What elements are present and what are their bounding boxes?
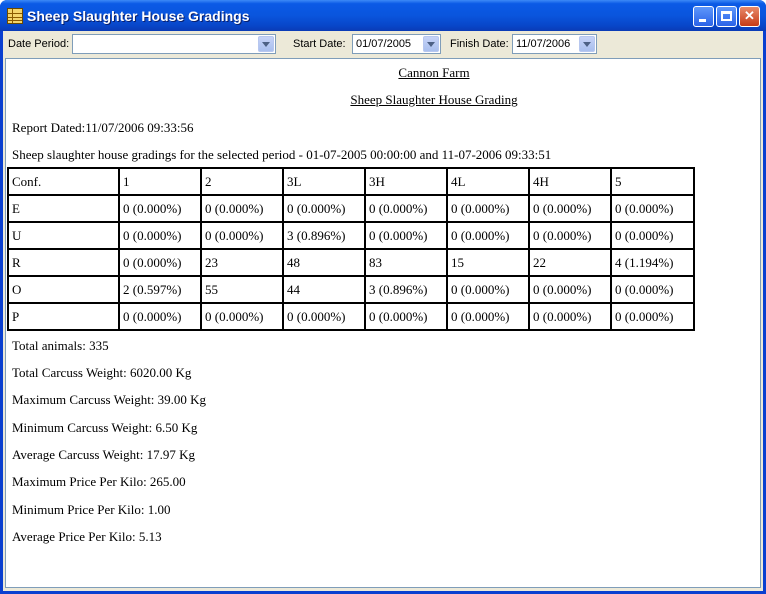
period-description: Sheep slaughter house gradings for the s… (12, 147, 552, 162)
table-cell: 0 (0.000%) (118, 221, 202, 250)
start-date-picker[interactable]: 01/07/2005 (352, 34, 441, 54)
header-cell: Conf. (7, 167, 120, 196)
max-price-per-kilo: Maximum Price Per Kilo: 265.00 (12, 474, 186, 489)
table-cell: 0 (0.000%) (610, 194, 695, 223)
chevron-down-icon[interactable] (423, 36, 439, 52)
table-cell: 23 (200, 248, 284, 277)
report-view[interactable]: Cannon Farm Sheep Slaughter House Gradin… (5, 58, 761, 588)
report-grid-icon (7, 8, 23, 24)
header-cell: 3L (282, 167, 366, 196)
table-cell: 0 (0.000%) (118, 302, 202, 331)
header-cell: 4L (446, 167, 530, 196)
table-cell: 3 (0.896%) (282, 221, 366, 250)
table-cell: 48 (282, 248, 366, 277)
table-cell: 83 (364, 248, 448, 277)
table-header-row: Conf. 1 2 3L 3H 4L 4H 5 (7, 167, 695, 196)
table-row: P 0 (0.000%) 0 (0.000%) 0 (0.000%) 0 (0.… (7, 302, 695, 331)
chevron-down-icon[interactable] (579, 36, 595, 52)
table-cell: 0 (0.000%) (610, 221, 695, 250)
header-cell: 4H (528, 167, 612, 196)
filter-toolbar: Date Period: Start Date: 01/07/2005 Fini… (3, 31, 763, 57)
table-cell: 22 (528, 248, 612, 277)
finish-date-value: 11/07/2006 (516, 38, 571, 50)
minimize-icon (699, 19, 706, 22)
report-dated: Report Dated:11/07/2006 09:33:56 (12, 120, 194, 135)
table-cell: 0 (0.000%) (446, 302, 530, 331)
header-cell: 5 (610, 167, 695, 196)
table-cell: E (7, 194, 120, 223)
close-button[interactable]: ✕ (739, 6, 760, 27)
table-row: E 0 (0.000%) 0 (0.000%) 0 (0.000%) 0 (0.… (7, 194, 695, 223)
min-carcass-weight: Minimum Carcuss Weight: 6.50 Kg (12, 420, 198, 435)
table-cell: 0 (0.000%) (528, 221, 612, 250)
table-cell: 44 (282, 275, 366, 304)
table-cell: 0 (0.000%) (364, 221, 448, 250)
table-cell: 0 (0.000%) (200, 302, 284, 331)
table-row: U 0 (0.000%) 0 (0.000%) 3 (0.896%) 0 (0.… (7, 221, 695, 250)
total-carcass-weight: Total Carcuss Weight: 6020.00 Kg (12, 365, 192, 380)
table-cell: 0 (0.000%) (528, 302, 612, 331)
table-cell: 0 (0.000%) (610, 275, 695, 304)
table-cell: 3 (0.896%) (364, 275, 448, 304)
header-cell: 2 (200, 167, 284, 196)
start-date-label: Start Date: (293, 38, 346, 50)
total-animals: Total animals: 335 (12, 338, 109, 353)
table-cell: 0 (0.000%) (528, 275, 612, 304)
min-price-per-kilo: Minimum Price Per Kilo: 1.00 (12, 502, 171, 517)
window-title: Sheep Slaughter House Gradings (27, 8, 250, 24)
close-icon: ✕ (744, 8, 755, 23)
app-window: Sheep Slaughter House Gradings ✕ Date Pe… (0, 0, 766, 594)
gradings-table: Conf. 1 2 3L 3H 4L 4H 5 E 0 (0.000%) 0 (… (7, 167, 695, 331)
table-row: R 0 (0.000%) 23 48 83 15 22 4 (1.194%) (7, 248, 695, 277)
title-bar[interactable]: Sheep Slaughter House Gradings ✕ (0, 0, 766, 31)
avg-price-per-kilo: Average Price Per Kilo: 5.13 (12, 529, 162, 544)
finish-date-picker[interactable]: 11/07/2006 (512, 34, 597, 54)
table-cell: O (7, 275, 120, 304)
report-title: Sheep Slaughter House Grading (350, 92, 518, 107)
avg-carcass-weight: Average Carcuss Weight: 17.97 Kg (12, 447, 195, 462)
max-carcass-weight: Maximum Carcuss Weight: 39.00 Kg (12, 392, 207, 407)
table-cell: 4 (1.194%) (610, 248, 695, 277)
table-row: O 2 (0.597%) 55 44 3 (0.896%) 0 (0.000%)… (7, 275, 695, 304)
table-cell: 0 (0.000%) (200, 194, 284, 223)
table-cell: 15 (446, 248, 530, 277)
table-cell: 0 (0.000%) (446, 275, 530, 304)
table-cell: 0 (0.000%) (446, 221, 530, 250)
table-cell: 0 (0.000%) (200, 221, 284, 250)
table-cell: 0 (0.000%) (282, 302, 366, 331)
header-cell: 3H (364, 167, 448, 196)
date-period-select[interactable] (72, 34, 276, 54)
farm-name: Cannon Farm (398, 65, 470, 80)
client-area: Date Period: Start Date: 01/07/2005 Fini… (3, 31, 763, 591)
table-cell: 0 (0.000%) (364, 194, 448, 223)
table-cell: 0 (0.000%) (364, 302, 448, 331)
finish-date-label: Finish Date: (450, 38, 509, 50)
table-cell: 0 (0.000%) (118, 194, 202, 223)
date-period-label: Date Period: (8, 38, 70, 50)
table-cell: 0 (0.000%) (282, 194, 366, 223)
table-cell: 55 (200, 275, 284, 304)
maximize-button[interactable] (716, 6, 737, 27)
start-date-value: 01/07/2005 (356, 38, 412, 50)
table-cell: 2 (0.597%) (118, 275, 202, 304)
table-cell: 0 (0.000%) (118, 248, 202, 277)
table-cell: 0 (0.000%) (610, 302, 695, 331)
minimize-button[interactable] (693, 6, 714, 27)
table-cell: R (7, 248, 120, 277)
table-cell: P (7, 302, 120, 331)
table-cell: U (7, 221, 120, 250)
table-cell: 0 (0.000%) (446, 194, 530, 223)
maximize-icon (721, 11, 732, 21)
table-cell: 0 (0.000%) (528, 194, 612, 223)
header-cell: 1 (118, 167, 202, 196)
chevron-down-icon[interactable] (258, 36, 274, 52)
